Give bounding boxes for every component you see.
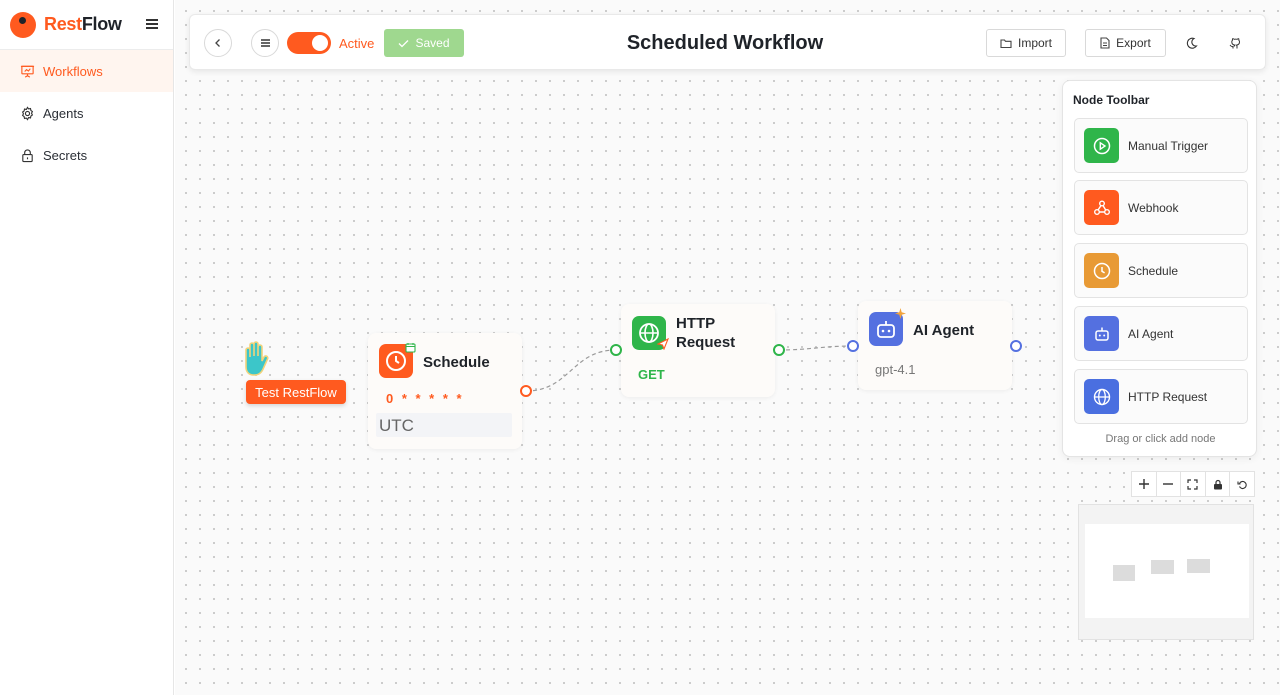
minimap[interactable] xyxy=(1078,504,1254,640)
node-agent-title: AI Agent xyxy=(913,322,975,339)
node-toolbar: Node Toolbar Manual Trigger Webhook Sche… xyxy=(1062,80,1257,457)
zoom-out-button[interactable] xyxy=(1157,472,1182,496)
import-button[interactable]: Import xyxy=(986,29,1066,57)
export-button[interactable]: Export xyxy=(1085,29,1166,57)
minimap-viewport xyxy=(1085,524,1249,618)
hamburger-menu-icon[interactable] xyxy=(146,17,158,31)
brand: RestFlow xyxy=(0,0,173,50)
import-label: Import xyxy=(1017,36,1052,50)
node-schedule[interactable]: Schedule 0 * * * * * UTC xyxy=(368,333,522,449)
toolbar-item-label: Schedule xyxy=(1128,264,1179,278)
sidebar-item-secrets[interactable]: Secrets xyxy=(0,134,173,176)
minus-icon xyxy=(1163,483,1174,485)
minimap-node xyxy=(1151,560,1174,574)
schedule-output-handle[interactable] xyxy=(520,385,532,397)
rotate-icon xyxy=(1237,480,1247,489)
toolbar-item-http-request[interactable]: HTTP Request xyxy=(1074,369,1248,424)
http-output-handle[interactable] xyxy=(773,344,785,356)
minimap-node xyxy=(1187,559,1210,573)
fit-view-button[interactable] xyxy=(1181,472,1206,496)
export-label: Export xyxy=(1116,36,1151,50)
agent-output-handle[interactable] xyxy=(1010,340,1022,352)
node-http-request[interactable]: HTTP Request GET xyxy=(621,304,775,397)
sidebar-item-agents[interactable]: Agents xyxy=(0,92,173,134)
toolbar-item-schedule[interactable]: Schedule xyxy=(1074,243,1248,298)
node-toolbar-title: Node Toolbar xyxy=(1073,93,1150,107)
node-ai-agent[interactable]: AI Agent gpt-4.1 xyxy=(858,301,1012,390)
gear-icon xyxy=(21,105,34,121)
lock-icon xyxy=(22,148,33,162)
toolbar-item-ai-agent[interactable]: AI Agent xyxy=(1074,306,1248,361)
toolbar-item-label: Manual Trigger xyxy=(1128,139,1209,153)
sparkle-badge-icon xyxy=(895,308,906,319)
sidebar-item-label: Workflows xyxy=(43,63,103,79)
lock-canvas-button[interactable] xyxy=(1206,472,1231,496)
hand-icon xyxy=(245,341,269,376)
toolbar-item-webhook[interactable]: Webhook xyxy=(1074,180,1248,235)
workflow-header: Active Saved Scheduled Workflow Import E… xyxy=(189,14,1266,70)
brand-name-rest: Rest xyxy=(44,14,82,34)
http-input-handle[interactable] xyxy=(610,344,622,356)
toolbar-item-label: Webhook xyxy=(1128,201,1179,215)
send-badge-icon xyxy=(657,338,669,350)
test-restflow-button[interactable]: Test RestFlow xyxy=(246,380,346,404)
toolbar-item-label: HTTP Request xyxy=(1128,390,1208,404)
file-icon xyxy=(1100,37,1110,49)
canvas-controls xyxy=(1131,471,1255,497)
minimap-node xyxy=(1113,565,1135,581)
sidebar-item-workflows[interactable]: Workflows xyxy=(0,50,173,92)
agent-input-handle[interactable] xyxy=(847,340,859,352)
moon-icon[interactable] xyxy=(1185,36,1199,50)
agent-model: gpt-4.1 xyxy=(875,362,916,377)
node-schedule-title: Schedule xyxy=(423,354,490,371)
webhook-icon xyxy=(1084,190,1119,225)
zoom-in-button[interactable] xyxy=(1132,472,1157,496)
brand-name-flow: Flow xyxy=(81,14,122,34)
http-method: GET xyxy=(638,367,665,382)
reset-view-button[interactable] xyxy=(1230,472,1254,496)
lock-icon xyxy=(1213,479,1222,489)
cron-expression: 0 * * * * * xyxy=(386,391,465,406)
globe-icon xyxy=(1084,379,1119,414)
sidebar: RestFlow Workflows Agents Secrets xyxy=(0,0,174,695)
brand-name: RestFlow xyxy=(44,14,122,35)
sidebar-item-label: Secrets xyxy=(43,147,88,163)
calendar-badge-icon xyxy=(405,343,416,353)
folder-icon xyxy=(1000,38,1012,48)
presentation-icon xyxy=(20,65,35,78)
toolbar-item-manual-trigger[interactable]: Manual Trigger xyxy=(1074,118,1248,173)
timezone-field: UTC xyxy=(376,413,512,437)
robot-icon xyxy=(1084,316,1119,351)
fullscreen-icon xyxy=(1187,478,1199,490)
play-icon xyxy=(1084,128,1119,163)
restflow-logo xyxy=(10,11,36,38)
sidebar-item-label: Agents xyxy=(43,105,84,121)
timezone-value: UTC xyxy=(379,416,414,435)
node-http-title: HTTP Request xyxy=(676,315,736,351)
toolbar-item-label: AI Agent xyxy=(1128,327,1174,341)
toolbar-hint: Drag or click add node xyxy=(1105,433,1216,445)
clock-icon xyxy=(1084,253,1119,288)
sidebar-nav: Workflows Agents Secrets xyxy=(0,50,173,176)
github-icon[interactable] xyxy=(1228,36,1242,50)
plus-icon xyxy=(1138,479,1149,489)
